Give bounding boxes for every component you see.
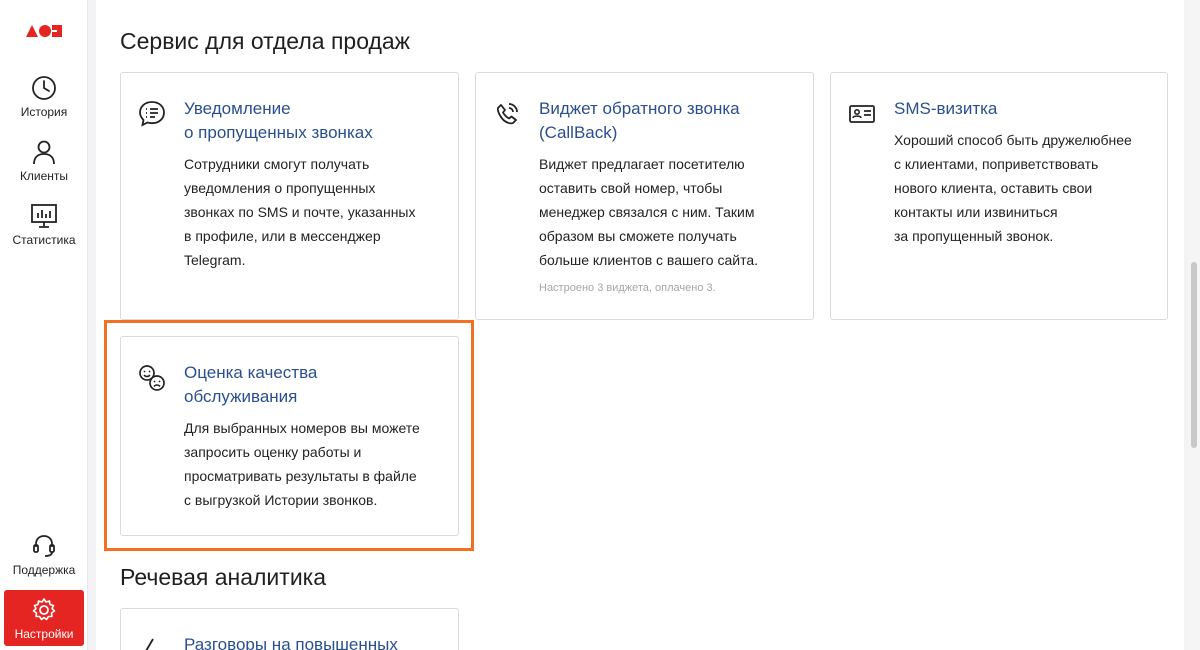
sidebar-item-label: История bbox=[20, 105, 68, 119]
phone-callback-icon bbox=[496, 103, 518, 125]
card-description: Сотрудники смогут получать уведомления о… bbox=[184, 156, 416, 268]
card-title[interactable]: Разговоры на повышенных bbox=[184, 633, 398, 650]
sidebar-item-clients[interactable]: Клиенты bbox=[0, 138, 88, 198]
sidebar-item-settings[interactable]: Настройки bbox=[4, 590, 84, 646]
sidebar-item-support[interactable]: Поддержка bbox=[0, 532, 88, 592]
card-status-note: Настроено 3 виджета, оплачено 3. bbox=[539, 282, 716, 294]
user-icon bbox=[33, 140, 55, 165]
sidebar-item-statistics[interactable]: Статистика bbox=[0, 202, 88, 262]
lightning-icon bbox=[145, 638, 154, 650]
service-card-missed-calls[interactable]: Уведомление о пропущенных звонках Сотруд… bbox=[120, 72, 459, 320]
brand-logo[interactable] bbox=[26, 24, 62, 38]
sidebar-item-label: Настройки bbox=[14, 627, 74, 641]
service-card-heated-conversations[interactable]: Разговоры на повышенных bbox=[120, 608, 459, 650]
scrollbar[interactable] bbox=[1188, 0, 1200, 650]
id-card-icon bbox=[849, 105, 875, 123]
chat-lines-icon bbox=[139, 101, 165, 127]
scrollbar-thumb[interactable] bbox=[1191, 262, 1197, 448]
card-title[interactable]: SMS-визитка bbox=[894, 97, 997, 121]
service-card-sms-card[interactable]: SMS-визитка Хороший способ быть дружелюб… bbox=[830, 72, 1168, 320]
service-card-callback-widget[interactable]: Виджет обратного звонка (CallBack) Видже… bbox=[475, 72, 814, 320]
card-title[interactable]: Уведомление о пропущенных звонках bbox=[184, 97, 373, 145]
gear-icon bbox=[32, 598, 56, 621]
card-title[interactable]: Виджет обратного звонка (CallBack) bbox=[539, 97, 740, 145]
headset-icon bbox=[33, 535, 55, 557]
sidebar-item-history[interactable]: История bbox=[0, 74, 88, 134]
highlight-frame bbox=[104, 320, 474, 551]
card-description: Хороший способ быть дружелюбнее с клиент… bbox=[894, 132, 1132, 244]
clock-icon bbox=[32, 76, 56, 100]
section-title-sales: Сервис для отдела продаж bbox=[120, 28, 411, 54]
sidebar-item-label: Клиенты bbox=[19, 169, 69, 183]
sidebar-item-label: Статистика bbox=[12, 233, 76, 247]
card-description: Виджет предлагает посетителю оставить св… bbox=[539, 156, 759, 268]
chart-icon bbox=[31, 204, 57, 228]
sidebar-item-label: Поддержка bbox=[12, 563, 76, 577]
section-title-speech-analytics: Речевая аналитика bbox=[120, 564, 327, 590]
sidebar: История Клиенты Статистика Поддержка Нас… bbox=[0, 0, 88, 650]
